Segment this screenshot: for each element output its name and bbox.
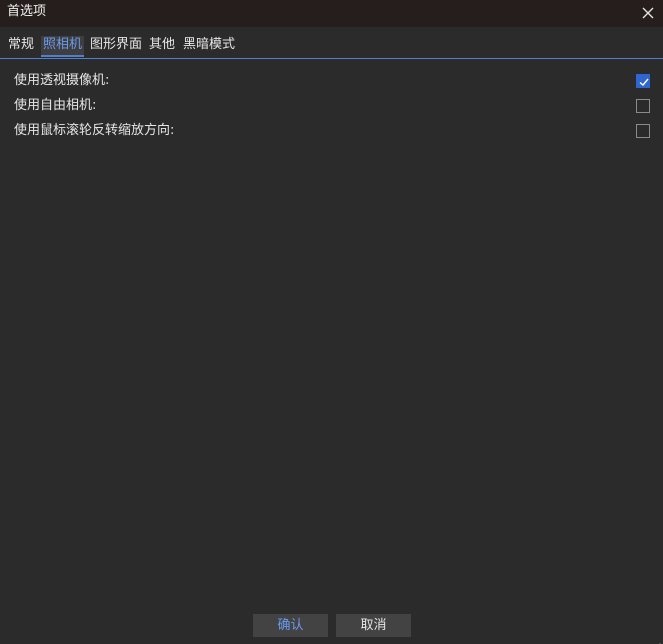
window-title: 首选项 xyxy=(7,4,47,19)
invert-zoom-checkbox[interactable] xyxy=(636,124,650,138)
cancel-button[interactable]: 取消 xyxy=(336,614,411,637)
check-icon xyxy=(639,78,649,86)
title-bar[interactable]: 首选项 xyxy=(0,0,663,27)
ok-button[interactable]: 确认 xyxy=(253,614,328,637)
tab-general[interactable]: 常规 xyxy=(8,36,34,57)
close-button[interactable] xyxy=(639,4,657,22)
tab-dark-mode[interactable]: 黑暗模式 xyxy=(183,36,235,57)
close-icon xyxy=(642,7,654,19)
preferences-dialog: 首选项 常规 照相机 图形界面 其他 黑暗模式 使用透视摄像机: 使用自由相机:… xyxy=(0,0,663,644)
free-camera-label: 使用自由相机: xyxy=(14,98,97,113)
tab-other[interactable]: 其他 xyxy=(149,36,175,57)
tab-divider xyxy=(0,58,663,59)
invert-zoom-label: 使用鼠标滚轮反转缩放方向: xyxy=(14,123,175,138)
tab-gui[interactable]: 图形界面 xyxy=(90,36,142,57)
perspective-camera-label: 使用透视摄像机: xyxy=(14,73,110,88)
resize-grip[interactable] xyxy=(653,634,661,644)
tab-camera[interactable]: 照相机 xyxy=(41,36,85,57)
free-camera-checkbox[interactable] xyxy=(636,99,650,113)
perspective-camera-checkbox[interactable] xyxy=(636,74,650,88)
